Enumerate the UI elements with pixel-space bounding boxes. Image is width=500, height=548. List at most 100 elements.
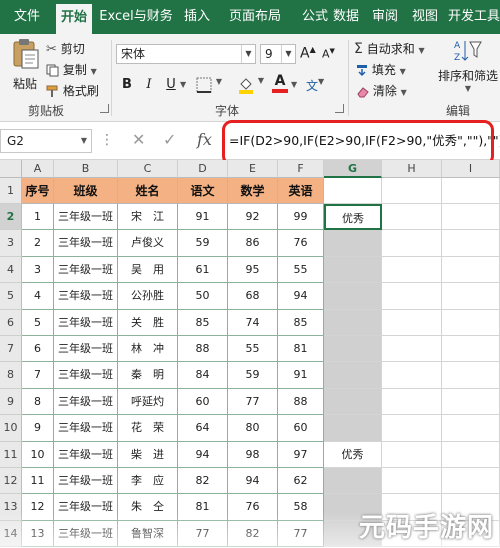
- column-header[interactable]: D: [178, 160, 228, 178]
- table-header-cell[interactable]: 语文: [178, 178, 228, 204]
- table-cell[interactable]: 柴 进: [118, 441, 178, 468]
- table-cell[interactable]: 68: [228, 283, 278, 310]
- ribbon-tab-3[interactable]: Excel与财务: [98, 0, 174, 34]
- cell[interactable]: [442, 204, 500, 231]
- row-header[interactable]: 8: [0, 362, 22, 389]
- phonetic-button[interactable]: 文▼: [306, 77, 324, 94]
- row-header[interactable]: 3: [0, 230, 22, 257]
- cell[interactable]: [382, 204, 442, 231]
- table-cell[interactable]: 84: [178, 362, 228, 389]
- table-cell[interactable]: 91: [178, 204, 228, 231]
- row-header[interactable]: 1: [0, 178, 22, 204]
- copy-dropdown-icon[interactable]: ▼: [91, 67, 97, 76]
- table-cell[interactable]: 92: [228, 204, 278, 231]
- table-cell[interactable]: 秦 明: [118, 362, 178, 389]
- table-cell[interactable]: 11: [22, 468, 54, 495]
- fill-color-button[interactable]: ▼: [238, 76, 264, 97]
- table-cell[interactable]: 三年级一班: [54, 362, 118, 389]
- table-cell[interactable]: 13: [22, 520, 54, 548]
- sort-filter-button[interactable]: A Z 排序和筛选 ▼: [438, 38, 498, 93]
- table-cell[interactable]: 62: [278, 468, 324, 495]
- insert-function-button[interactable]: fx: [197, 130, 212, 149]
- table-cell[interactable]: 59: [228, 362, 278, 389]
- table-cell[interactable]: 94: [278, 283, 324, 310]
- table-cell[interactable]: 9: [22, 415, 54, 442]
- table-cell[interactable]: 10: [22, 441, 54, 468]
- result-cell[interactable]: 优秀: [324, 204, 382, 231]
- paste-button[interactable]: 粘贴: [8, 38, 42, 98]
- table-cell[interactable]: 三年级一班: [54, 415, 118, 442]
- select-all-corner[interactable]: [0, 160, 22, 178]
- column-header[interactable]: B: [54, 160, 118, 178]
- column-header[interactable]: F: [278, 160, 324, 178]
- cell[interactable]: [442, 309, 500, 336]
- table-cell[interactable]: 82: [228, 520, 278, 548]
- row-header[interactable]: 11: [0, 441, 22, 468]
- column-header[interactable]: A: [22, 160, 54, 178]
- format-painter-button[interactable]: 格式刷: [46, 82, 99, 99]
- table-cell[interactable]: 三年级一班: [54, 520, 118, 548]
- column-header[interactable]: I: [442, 160, 500, 178]
- table-cell[interactable]: 1: [22, 204, 54, 231]
- font-color-button[interactable]: A: [272, 74, 288, 93]
- table-cell[interactable]: 77: [228, 388, 278, 416]
- ribbon-tab-4[interactable]: 插入: [178, 0, 216, 34]
- table-cell[interactable]: 76: [278, 230, 324, 257]
- table-cell[interactable]: 98: [228, 441, 278, 468]
- cut-button[interactable]: ✂ 剪切: [46, 40, 85, 57]
- cell[interactable]: [442, 230, 500, 257]
- table-header-cell[interactable]: 序号: [22, 178, 54, 204]
- cancel-icon[interactable]: ✕: [132, 130, 145, 149]
- font-color-dropdown-icon[interactable]: ▼: [291, 80, 297, 89]
- table-header-cell[interactable]: 姓名: [118, 178, 178, 204]
- table-cell[interactable]: 三年级一班: [54, 256, 118, 284]
- table-cell[interactable]: 6: [22, 336, 54, 363]
- table-cell[interactable]: 三年级一班: [54, 204, 118, 231]
- table-cell[interactable]: 卢俊义: [118, 230, 178, 257]
- cell[interactable]: [382, 468, 442, 495]
- table-cell[interactable]: 88: [178, 336, 228, 363]
- table-cell[interactable]: 鲁智深: [118, 520, 178, 548]
- column-header[interactable]: C: [118, 160, 178, 178]
- table-cell[interactable]: 三年级一班: [54, 336, 118, 363]
- fill-button[interactable]: 填充 ▼: [356, 61, 406, 78]
- underline-dropdown-icon[interactable]: ▼: [180, 80, 186, 89]
- table-cell[interactable]: 88: [278, 388, 324, 416]
- result-cell[interactable]: [324, 336, 382, 363]
- ribbon-tab-10[interactable]: 开发工具: [448, 0, 500, 34]
- table-cell[interactable]: 花 荣: [118, 415, 178, 442]
- borders-button[interactable]: ▼: [196, 77, 222, 96]
- table-cell[interactable]: 59: [178, 230, 228, 257]
- ribbon-tab-6[interactable]: 公式: [302, 0, 328, 34]
- row-header[interactable]: 13: [0, 494, 22, 521]
- row-header[interactable]: 9: [0, 388, 22, 416]
- grow-font-button[interactable]: A▲: [300, 45, 316, 62]
- table-cell[interactable]: 12: [22, 494, 54, 521]
- table-cell[interactable]: 吴 用: [118, 256, 178, 284]
- bold-button[interactable]: B: [118, 76, 136, 94]
- table-cell[interactable]: 81: [278, 336, 324, 363]
- result-cell[interactable]: [324, 415, 382, 442]
- clipboard-launcher-icon[interactable]: [100, 104, 109, 113]
- table-cell[interactable]: 李 应: [118, 468, 178, 495]
- row-header[interactable]: 12: [0, 468, 22, 495]
- result-cell[interactable]: 优秀: [324, 441, 382, 468]
- table-cell[interactable]: 公孙胜: [118, 283, 178, 310]
- cell[interactable]: [382, 441, 442, 468]
- cell[interactable]: [382, 256, 442, 284]
- table-cell[interactable]: 三年级一班: [54, 494, 118, 521]
- table-cell[interactable]: 95: [228, 256, 278, 284]
- row-header[interactable]: 14: [0, 520, 22, 548]
- font-launcher-icon[interactable]: [335, 104, 344, 113]
- table-cell[interactable]: 94: [178, 441, 228, 468]
- shrink-font-button[interactable]: A▼: [322, 47, 335, 61]
- result-cell[interactable]: [324, 468, 382, 495]
- table-cell[interactable]: 64: [178, 415, 228, 442]
- table-cell[interactable]: 呼延灼: [118, 388, 178, 416]
- row-header[interactable]: 7: [0, 336, 22, 363]
- column-header[interactable]: E: [228, 160, 278, 178]
- ribbon-tab-7[interactable]: 数据: [328, 0, 364, 34]
- ribbon-tab-9[interactable]: 视图: [408, 0, 442, 34]
- table-cell[interactable]: 4: [22, 283, 54, 310]
- table-cell[interactable]: 60: [278, 415, 324, 442]
